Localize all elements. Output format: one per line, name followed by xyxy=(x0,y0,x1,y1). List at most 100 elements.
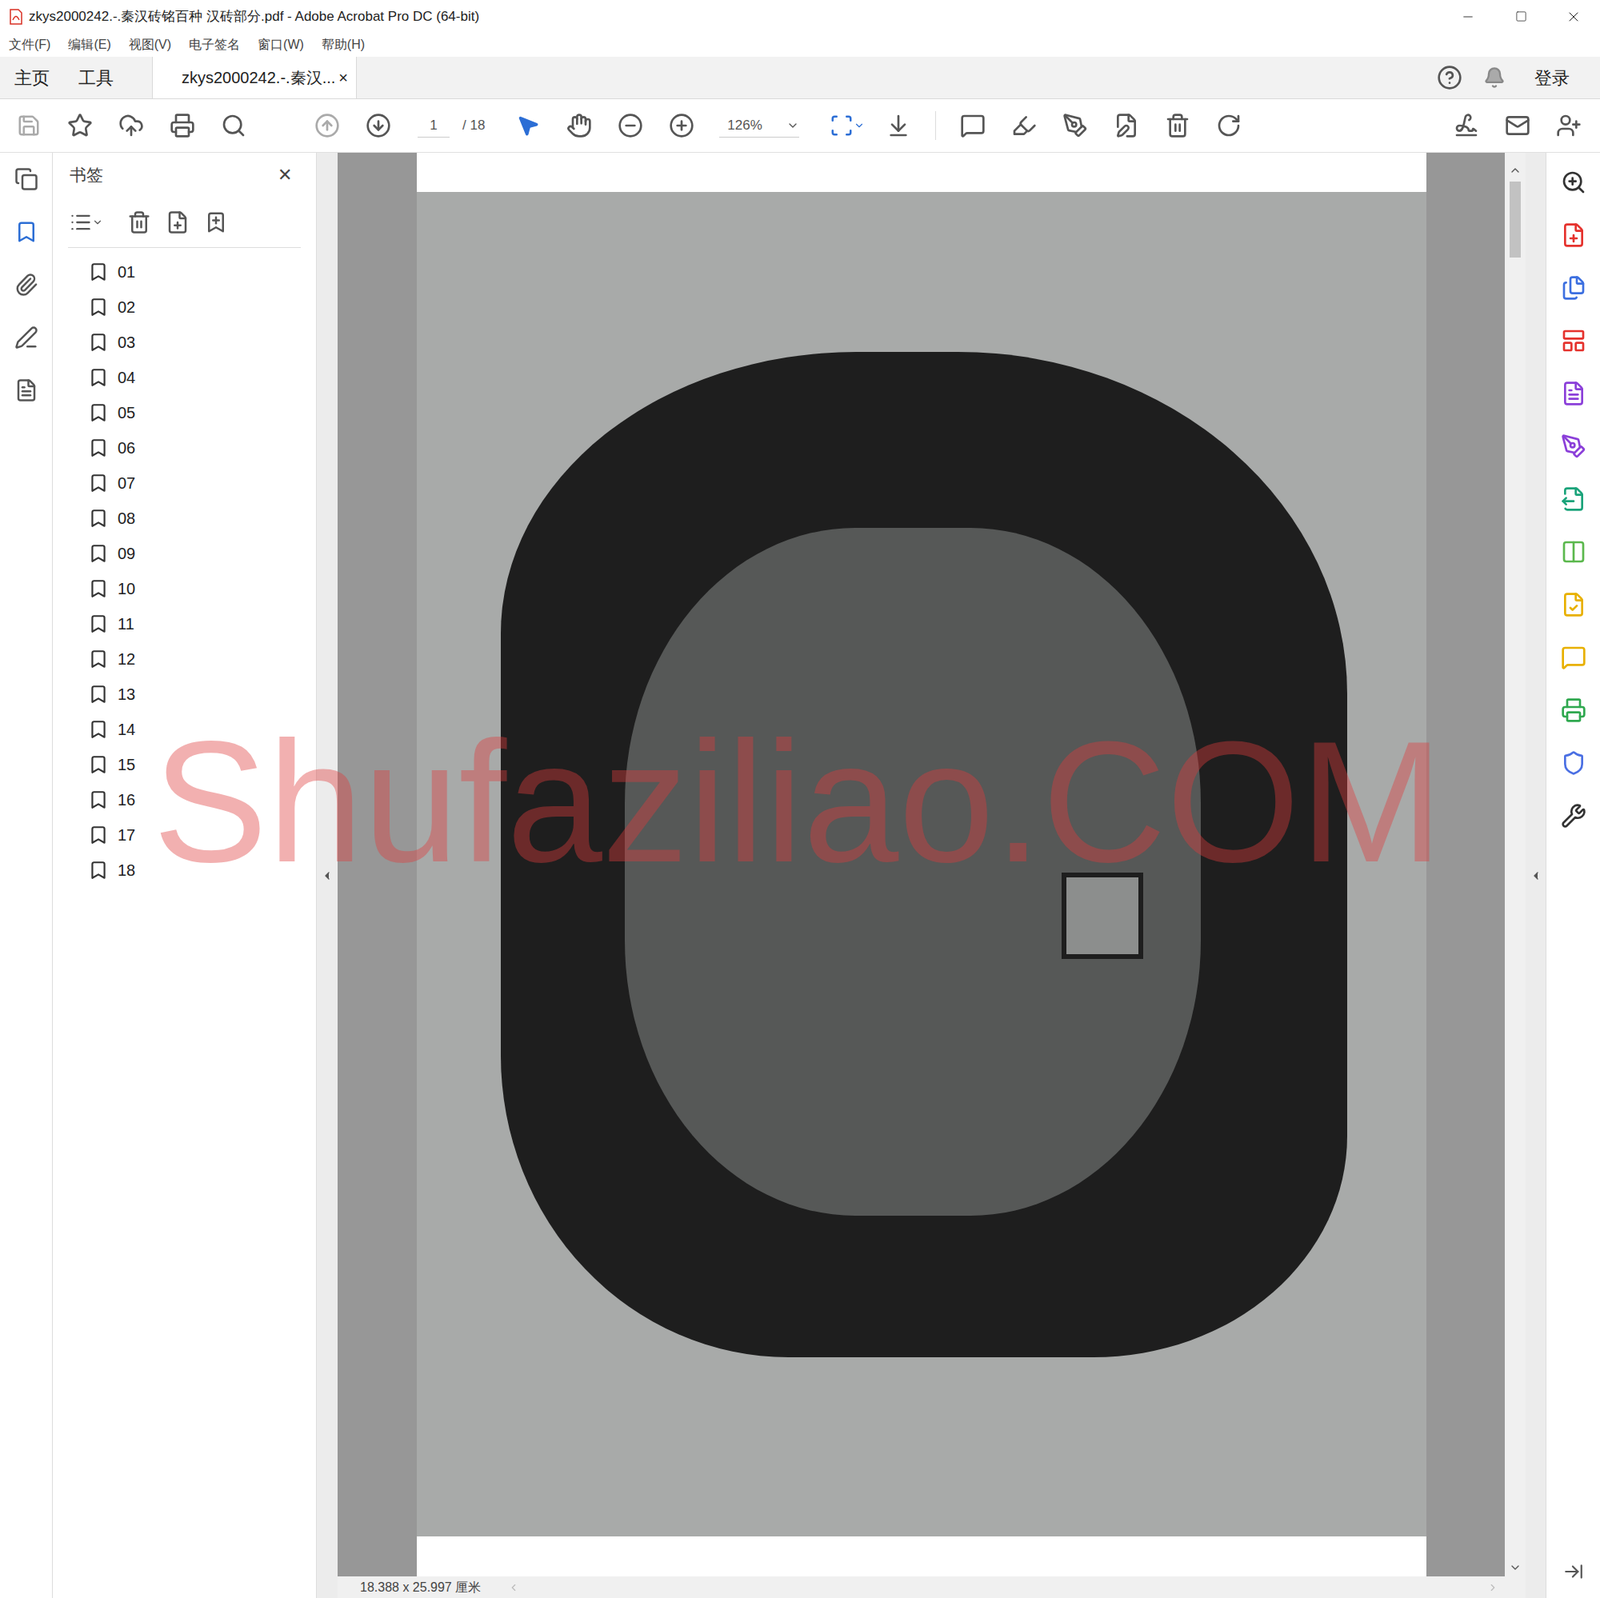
tool-button[interactable] xyxy=(1555,639,1592,676)
right-collapse-strip[interactable] xyxy=(1525,152,1546,1598)
print-production-icon xyxy=(1560,697,1587,724)
bookmark-item[interactable]: 01 xyxy=(88,254,316,290)
bookmark-item[interactable]: 05 xyxy=(88,395,316,431)
side-panel-button[interactable] xyxy=(8,320,44,356)
delete-button[interactable] xyxy=(1152,100,1204,152)
tool-button[interactable] xyxy=(1555,744,1592,782)
dropdown-icon xyxy=(92,216,104,228)
options-button[interactable] xyxy=(69,211,104,234)
bookmark-item[interactable]: 10 xyxy=(88,571,316,607)
close-panel-button[interactable]: ✕ xyxy=(277,161,292,188)
side-panel-button[interactable] xyxy=(8,161,44,197)
bookmark-item[interactable]: 04 xyxy=(88,360,316,396)
tool-button[interactable] xyxy=(1555,322,1592,360)
menu-item[interactable]: 窗口(W) xyxy=(257,35,304,55)
bookmark-item[interactable]: 14 xyxy=(88,712,316,748)
fill-sign-icon xyxy=(1560,433,1587,460)
find-button[interactable] xyxy=(208,100,260,152)
zoom-out-icon xyxy=(617,112,644,139)
tab-close-button[interactable]: × xyxy=(338,65,348,90)
bookmark-item[interactable]: 15 xyxy=(88,747,316,783)
close-button[interactable] xyxy=(1547,0,1600,33)
bookmark-item[interactable]: 08 xyxy=(88,500,316,536)
toolbar-separator xyxy=(935,111,936,140)
minimize-button[interactable] xyxy=(1441,0,1495,33)
print-button[interactable] xyxy=(156,100,208,152)
pointer-icon xyxy=(516,113,540,138)
tool-button[interactable] xyxy=(1555,428,1592,465)
menu-item[interactable]: 电子签名 xyxy=(188,35,240,55)
maximize-button[interactable] xyxy=(1494,0,1548,33)
zoom-out-button[interactable] xyxy=(604,100,656,152)
fit-page-button[interactable] xyxy=(821,100,873,152)
fit-page-icon xyxy=(829,113,854,138)
find-bookmark-icon[interactable] xyxy=(204,210,228,235)
page-number-field[interactable]: 1 xyxy=(417,113,450,138)
bookmark-item[interactable]: 17 xyxy=(88,817,316,853)
share-button[interactable] xyxy=(1543,100,1595,152)
next-page-button[interactable] xyxy=(352,100,404,152)
tool-button[interactable] xyxy=(1555,692,1592,729)
tool-button[interactable] xyxy=(1555,533,1592,571)
tool-button[interactable] xyxy=(1555,375,1592,412)
bookmark-star-button[interactable] xyxy=(54,100,106,152)
bookmark-item[interactable]: 07 xyxy=(88,465,316,501)
delete-bookmark-icon[interactable] xyxy=(127,210,152,235)
sign-button[interactable] xyxy=(1440,100,1492,152)
vertical-scrollbar[interactable] xyxy=(1504,152,1526,1598)
tool-button[interactable] xyxy=(1555,216,1592,254)
menu-item[interactable]: 帮助(H) xyxy=(321,35,365,55)
scroll-left-icon[interactable] xyxy=(508,1582,520,1594)
notification-icon[interactable] xyxy=(1483,66,1506,89)
rotate-button[interactable] xyxy=(1203,100,1255,152)
page-size: 18.388 x 25.997 厘米 xyxy=(360,1578,481,1598)
upload-button[interactable] xyxy=(105,100,157,152)
nav-tab[interactable]: 主页 xyxy=(0,56,64,99)
bookmark-item[interactable]: 16 xyxy=(88,782,316,818)
menu-item[interactable]: 编辑(E) xyxy=(68,35,111,55)
select-tool[interactable] xyxy=(502,100,554,152)
tool-button[interactable] xyxy=(1555,480,1592,518)
bookmark-panel-icon xyxy=(14,220,39,244)
comment-button[interactable] xyxy=(947,100,999,152)
bookmark-item[interactable]: 09 xyxy=(88,536,316,572)
side-panel-button[interactable] xyxy=(8,214,44,250)
bookmark-item[interactable]: 03 xyxy=(88,324,316,360)
login-button[interactable]: 登录 xyxy=(1534,64,1570,92)
save-button[interactable] xyxy=(3,100,55,152)
bookmark-item[interactable]: 11 xyxy=(88,606,316,642)
scrollbar-thumb[interactable] xyxy=(1509,181,1521,258)
document-column: 18.388 x 25.997 厘米 xyxy=(337,152,1505,1598)
bookmark-item[interactable]: 13 xyxy=(88,676,316,712)
draw-button[interactable] xyxy=(1049,100,1101,152)
edit-text-button[interactable] xyxy=(1100,100,1152,152)
tool-button[interactable] xyxy=(1555,797,1592,835)
left-collapse-strip[interactable] xyxy=(316,152,338,1598)
collapse-tools-icon[interactable] xyxy=(1563,1561,1584,1583)
bookmark-item[interactable]: 18 xyxy=(88,852,316,888)
nav-tab[interactable]: 工具 xyxy=(64,56,128,99)
menu-item[interactable]: 文件(F) xyxy=(8,35,51,55)
scroll-mode-button[interactable] xyxy=(872,100,924,152)
side-panel-button[interactable] xyxy=(8,372,44,408)
bookmark-label: 05 xyxy=(117,400,136,425)
help-icon[interactable] xyxy=(1436,64,1463,91)
highlight-button[interactable] xyxy=(998,100,1050,152)
document-tab[interactable]: zkys2000242.-.秦汉...× xyxy=(152,56,357,99)
email-button[interactable] xyxy=(1492,100,1544,152)
previous-page-button[interactable] xyxy=(301,100,353,152)
search-icon xyxy=(220,112,247,139)
new-bookmark-icon[interactable] xyxy=(165,210,190,235)
side-panel-button[interactable] xyxy=(8,267,44,303)
zoom-field[interactable]: 126% xyxy=(719,113,800,138)
scroll-right-icon[interactable] xyxy=(1487,1582,1499,1594)
tool-button[interactable] xyxy=(1555,164,1592,201)
zoom-in-button[interactable] xyxy=(656,100,708,152)
hand-tool[interactable] xyxy=(553,100,605,152)
bookmark-item[interactable]: 06 xyxy=(88,430,316,466)
menu-item[interactable]: 视图(V) xyxy=(128,35,172,55)
bookmark-item[interactable]: 12 xyxy=(88,641,316,677)
tool-button[interactable] xyxy=(1555,586,1592,624)
tool-button[interactable] xyxy=(1555,269,1592,307)
bookmark-item[interactable]: 02 xyxy=(88,289,316,325)
